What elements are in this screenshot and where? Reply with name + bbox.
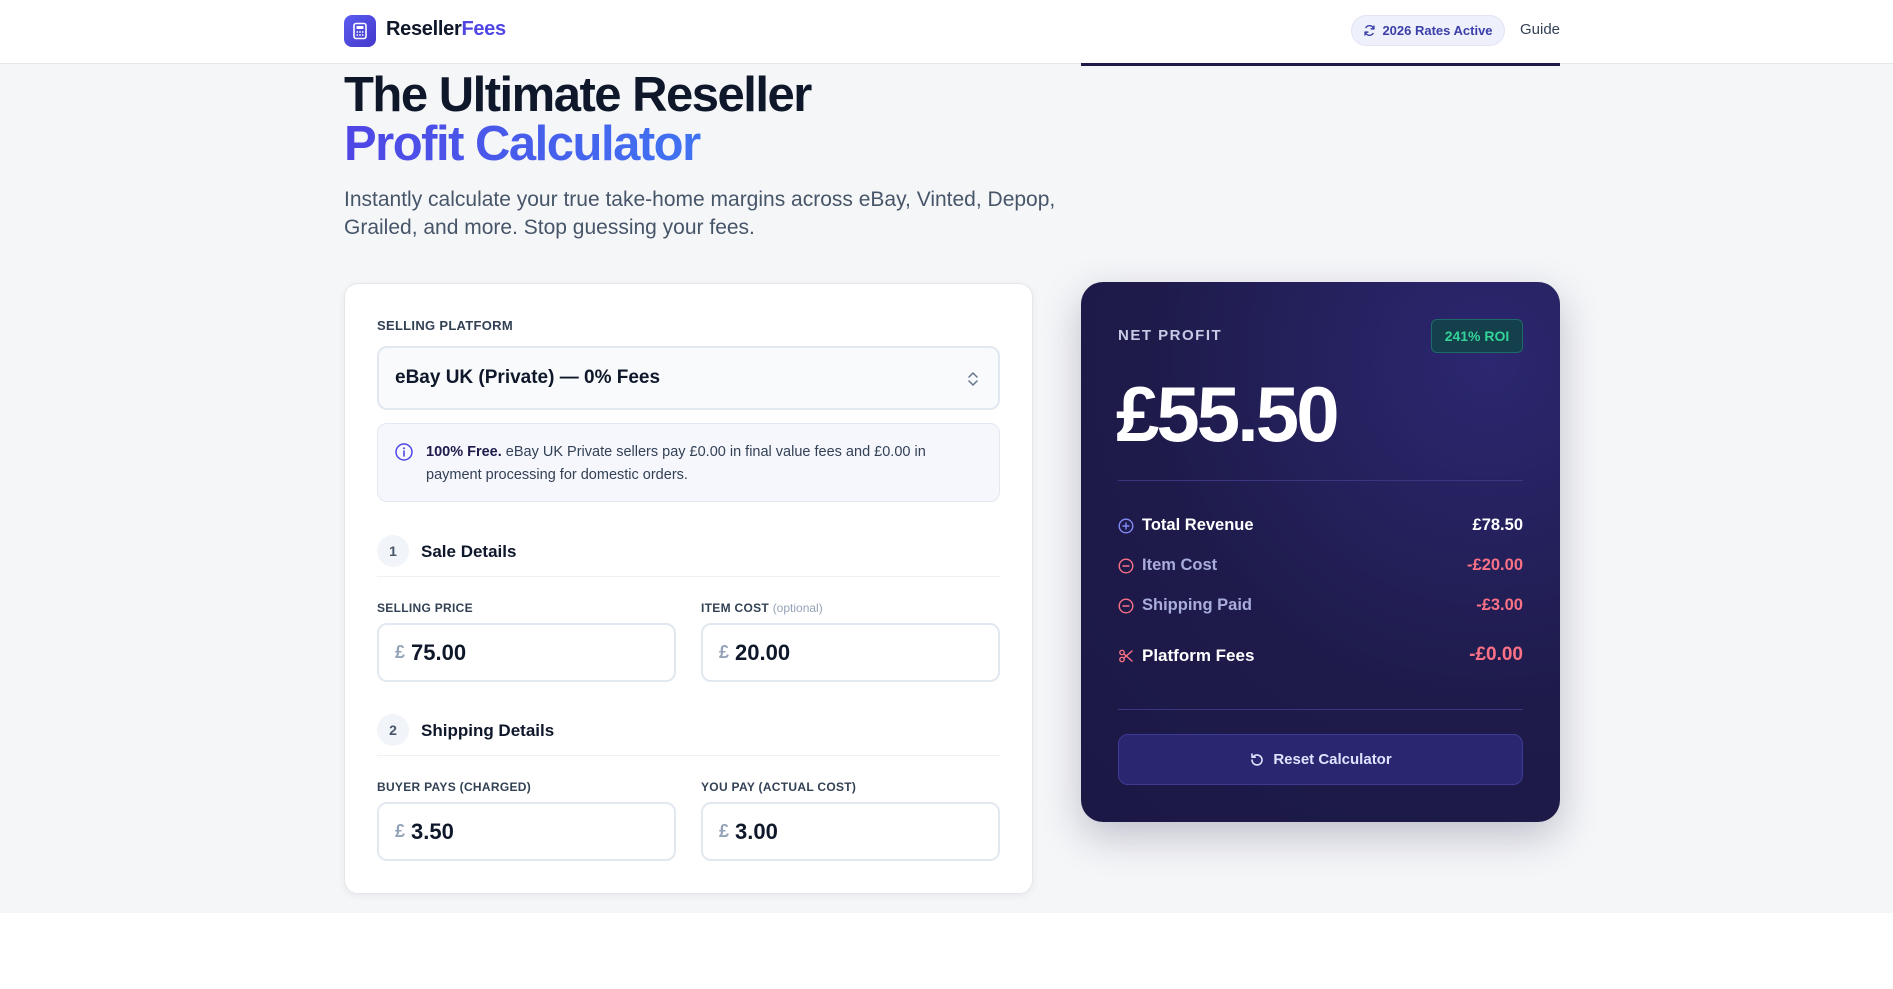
row-total-revenue: Total Revenue £78.50 [1118, 514, 1523, 538]
refresh-icon [1364, 25, 1376, 36]
you-pay-label: YOU PAY (ACTUAL COST) [701, 780, 857, 794]
brand-logo-text[interactable]: ResellerFees [386, 18, 506, 41]
rates-active-badge: 2026 Rates Active [1351, 15, 1505, 46]
buyer-pays-label: BUYER PAYS (CHARGED) [377, 780, 532, 794]
page-title: The Ultimate Reseller Profit Calculator [344, 68, 812, 171]
platform-info-box: 100% Free. eBay UK Private sellers pay £… [377, 423, 1000, 502]
minus-circle-icon [1118, 598, 1134, 614]
section-divider [377, 755, 1000, 756]
roi-badge: 241% ROI [1431, 319, 1523, 353]
platform-info-text: 100% Free. eBay UK Private sellers pay £… [426, 444, 926, 483]
chevron-updown-icon [968, 372, 978, 386]
buyer-pays-input[interactable]: £ 3.50 [377, 802, 676, 861]
net-profit-label: NET PROFIT [1118, 327, 1223, 344]
selling-price-label: SELLING PRICE [377, 601, 473, 615]
section-title-shipping-details: Shipping Details [421, 721, 555, 740]
item-cost-label: ITEM COST (optional) [701, 601, 823, 615]
results-card: NET PROFIT 241% ROI £55.50 Total Revenue… [1081, 282, 1560, 822]
reset-calculator-button[interactable]: Reset Calculator [1118, 734, 1523, 785]
section-title-sale-details: Sale Details [421, 542, 517, 561]
header-accent-line [1081, 63, 1560, 66]
page-subtitle: Instantly calculate your true take-home … [344, 188, 1056, 239]
selling-price-input[interactable]: £ 75.00 [377, 623, 676, 682]
step-number: 1 [377, 535, 409, 567]
info-icon [395, 443, 413, 461]
calculator-card: SELLING PLATFORM eBay UK (Private) — 0% … [344, 283, 1033, 894]
top-nav: ResellerFees 2026 Rates Active Guide [0, 0, 1893, 64]
row-item-cost: Item Cost -£20.00 [1118, 554, 1523, 578]
platform-label: SELLING PLATFORM [377, 318, 513, 333]
item-cost-input[interactable]: £ 20.00 [701, 623, 1000, 682]
plus-circle-icon [1118, 518, 1134, 534]
guide-link[interactable]: Guide [1520, 21, 1560, 38]
scissors-icon [1119, 649, 1133, 663]
row-shipping-paid: Shipping Paid -£3.00 [1118, 594, 1523, 618]
you-pay-input[interactable]: £ 3.00 [701, 802, 1000, 861]
results-divider [1118, 480, 1523, 481]
reset-icon [1251, 752, 1264, 766]
minus-circle-icon [1118, 558, 1134, 574]
row-platform-fees: Platform Fees -£0.00 [1118, 644, 1523, 668]
section-divider [377, 576, 1000, 577]
results-divider [1118, 709, 1523, 710]
platform-select[interactable]: eBay UK (Private) — 0% Fees [377, 346, 1000, 410]
calculator-logo-icon[interactable] [344, 15, 376, 47]
step-number: 2 [377, 714, 409, 746]
net-profit-value: £55.50 [1116, 370, 1340, 458]
